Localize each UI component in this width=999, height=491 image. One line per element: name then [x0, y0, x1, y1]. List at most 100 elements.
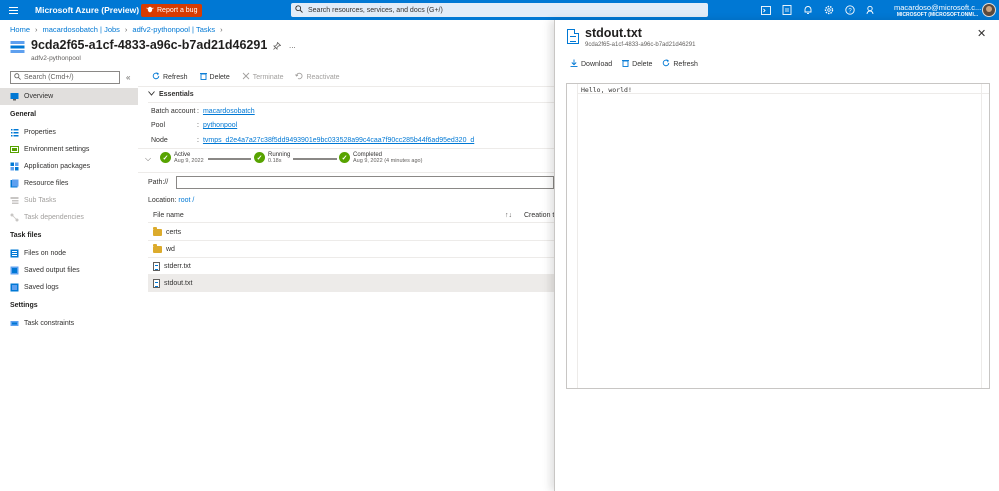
sidebar-item-task-constraints[interactable]: Task constraints — [0, 315, 138, 332]
current-line-highlight — [578, 93, 989, 94]
location-label: Location: — [148, 197, 177, 204]
report-bug-button[interactable]: Report a bug — [141, 3, 203, 17]
sidebar-item-environment-settings[interactable]: Environment settings — [0, 141, 138, 158]
notifications-icon[interactable] — [802, 4, 814, 16]
node-label: Node — [151, 137, 168, 144]
sidebar-search-input[interactable]: Search (Cmd+/) — [10, 71, 120, 84]
batch-account-link[interactable]: macardosobatch — [203, 108, 255, 115]
feedback-icon[interactable] — [865, 4, 877, 16]
text-file-icon — [153, 261, 160, 271]
sidebar-item-label: Sub Tasks — [24, 197, 57, 204]
check-icon: ✓ — [254, 152, 265, 163]
sidebar-item-overview[interactable]: Overview — [0, 88, 138, 105]
state-active: ✓ Active Aug 9, 2022 — [160, 152, 204, 164]
page-subtitle: adfv2-pythonpool — [31, 55, 81, 62]
file-content-viewer[interactable]: Hello, world! — [566, 83, 990, 389]
essentials-node: Node : tvmps_d2e4a7a27c38f5dd9493901e9bc… — [151, 137, 474, 144]
breadcrumb-separator-icon: › — [124, 25, 128, 34]
help-icon[interactable]: ? — [844, 4, 856, 16]
files-table-header: File name ↑↓ Creation t — [148, 208, 554, 223]
sidebar-item-label: Application packages — [24, 163, 91, 170]
delete-button[interactable]: Delete — [199, 72, 230, 82]
file-name: stdout.txt — [164, 279, 193, 287]
table-row-selected[interactable]: stdout.txt — [148, 275, 554, 292]
sidebar-item-resource-files[interactable]: Resource files — [0, 175, 138, 192]
state-connector — [208, 158, 251, 160]
sidebar-item-label: Files on node — [24, 250, 67, 257]
panel-subtitle: 9cda2f65-a1cf-4833-a96c-b7ad21d46291 — [585, 42, 696, 48]
state-detail: Aug 9, 2022 (4 minutes ago) — [353, 158, 423, 164]
directory-icon[interactable] — [781, 4, 793, 16]
colon: : — [197, 108, 199, 115]
panel-refresh-button[interactable]: Refresh — [662, 59, 698, 69]
sidebar-item-application-packages[interactable]: Application packages — [0, 158, 138, 175]
sort-icon[interactable]: ↑↓ — [505, 212, 512, 219]
trash-icon — [622, 59, 630, 69]
pin-icon[interactable] — [273, 41, 282, 52]
path-input[interactable] — [176, 176, 554, 189]
refresh-label: Refresh — [673, 60, 698, 68]
sidebar-item-saved-output-files[interactable]: Saved output files — [0, 262, 138, 279]
sidebar-item-saved-logs[interactable]: Saved logs — [0, 279, 138, 296]
vertical-scrollbar[interactable] — [981, 84, 989, 388]
menu-icon[interactable] — [0, 0, 26, 20]
node-link[interactable]: tvmps_d2e4a7a27c38f5dd9493901e9bc033528a… — [203, 137, 474, 144]
download-label: Download — [581, 60, 613, 68]
settings-icon[interactable] — [823, 4, 835, 16]
state-detail: 0.18s — [268, 158, 282, 164]
chevron-down-icon — [148, 91, 155, 98]
cloud-shell-icon[interactable] — [760, 4, 772, 16]
sidebar-item-label: Saved output files — [24, 267, 80, 274]
panel-delete-button[interactable]: Delete — [622, 59, 652, 69]
essentials-batch-account: Batch account : macardosobatch — [151, 108, 255, 115]
refresh-label: Refresh — [163, 73, 188, 81]
portal-brand[interactable]: Microsoft Azure (Preview) — [35, 5, 141, 15]
refresh-icon — [152, 72, 160, 82]
more-options-icon[interactable]: ... — [289, 41, 296, 50]
sidebar-item-files-on-node[interactable]: Files on node — [0, 245, 138, 262]
folder-icon — [153, 243, 162, 253]
table-row[interactable]: stderr.txt — [148, 258, 554, 275]
close-icon[interactable]: ✕ — [977, 27, 986, 40]
sub-tasks-icon — [10, 196, 19, 205]
sidebar-section-task-files: Task files — [10, 232, 42, 239]
collapse-sidebar-icon[interactable]: « — [126, 73, 130, 82]
top-icons: ? — [760, 0, 877, 20]
text-file-icon — [153, 278, 160, 288]
colon: : — [197, 122, 199, 129]
terminate-label: Terminate — [252, 73, 284, 81]
table-row[interactable]: wd — [148, 241, 554, 258]
download-button[interactable]: Download — [570, 59, 612, 69]
sidebar-item-properties[interactable]: Properties — [0, 124, 138, 141]
breadcrumb-tasks[interactable]: adfv2-pythonpool | Tasks — [132, 25, 215, 34]
state-detail: Aug 9, 2022 — [174, 158, 204, 164]
trash-icon — [199, 72, 207, 82]
account-menu[interactable]: macardoso@microsoft.c... MICROSOFT (MICR… — [894, 3, 982, 18]
terminate-button[interactable]: Terminate — [242, 72, 284, 82]
pool-link[interactable]: pythonpool — [203, 122, 237, 129]
location-root-link[interactable]: root / — [178, 197, 194, 204]
table-row[interactable]: certs — [148, 224, 554, 241]
essentials-toggle[interactable]: Essentials — [148, 91, 194, 98]
reactivate-label: Reactivate — [306, 73, 340, 81]
properties-icon — [10, 128, 19, 137]
delete-label: Delete — [209, 73, 230, 81]
state-completed: ✓ Completed Aug 9, 2022 (4 minutes ago) — [339, 152, 422, 164]
saved-output-files-icon — [10, 266, 19, 275]
breadcrumb-jobs[interactable]: macardosobatch | Jobs — [43, 25, 120, 34]
reactivate-button[interactable]: Reactivate — [295, 72, 340, 82]
breadcrumb-home[interactable]: Home — [10, 25, 30, 34]
account-email: macardoso@microsoft.c... — [894, 3, 982, 12]
line-gutter — [567, 84, 578, 388]
chevron-down-icon[interactable]: ⌵ — [145, 154, 151, 164]
refresh-button[interactable]: Refresh — [152, 72, 188, 82]
column-header-file-name[interactable]: File name — [153, 212, 184, 219]
column-header-creation-time[interactable]: Creation t — [524, 212, 554, 219]
sidebar-item-task-dependencies[interactable]: Task dependencies — [0, 209, 138, 226]
sidebar-item-sub-tasks[interactable]: Sub Tasks — [0, 192, 138, 209]
global-search-input[interactable]: Search resources, services, and docs (G+… — [291, 3, 708, 17]
avatar[interactable] — [982, 3, 996, 17]
pool-label: Pool — [151, 122, 166, 129]
file-name: stderr.txt — [164, 262, 191, 270]
refresh-icon — [662, 59, 670, 69]
